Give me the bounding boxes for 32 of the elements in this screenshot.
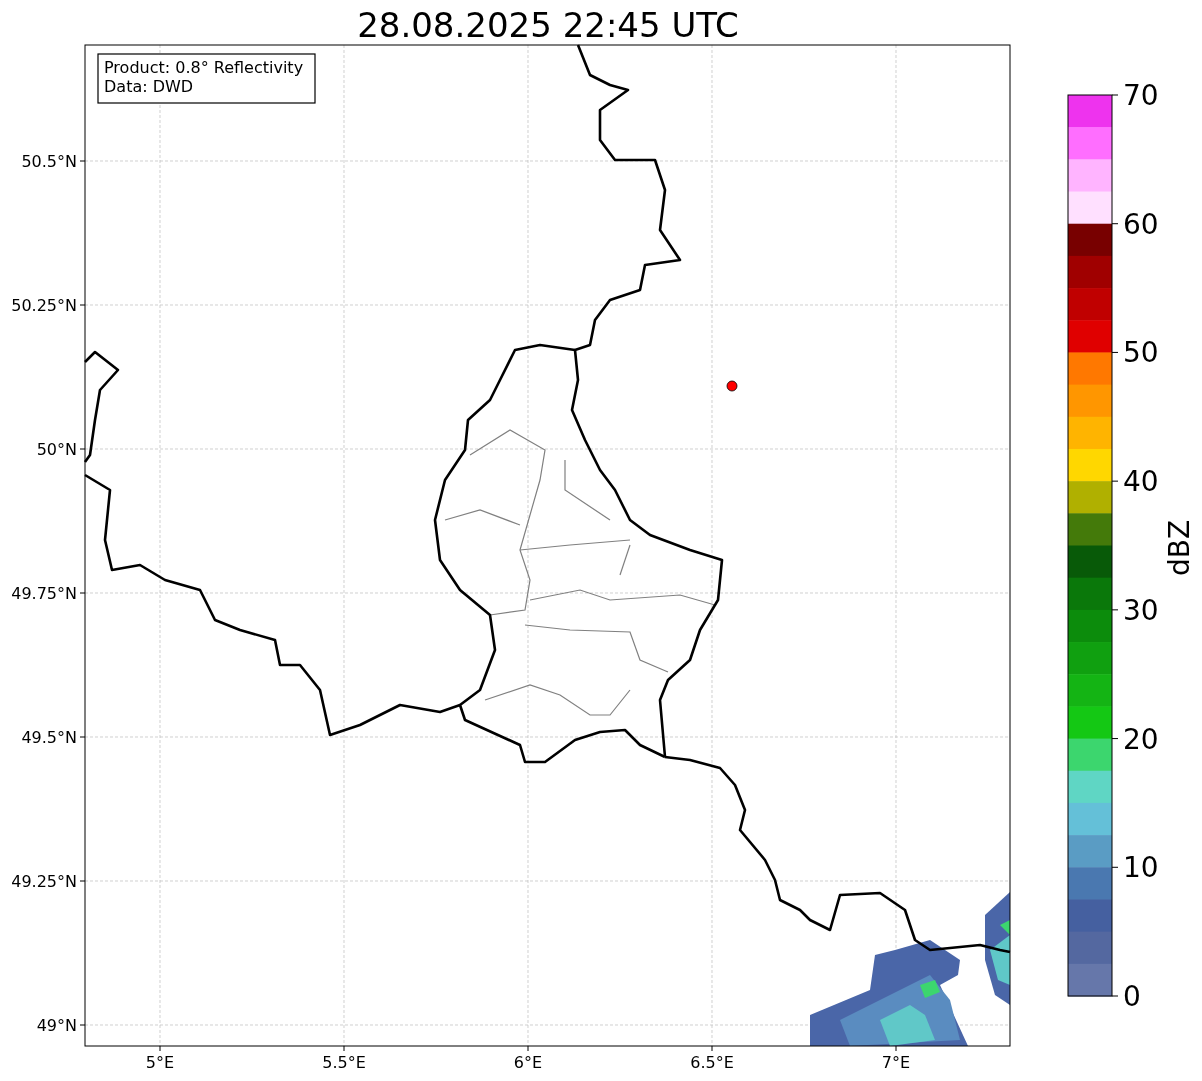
info-line: Data: DWD (104, 77, 194, 96)
tick-mark (1111, 995, 1119, 997)
colorbar-tick-label: 40 (1123, 465, 1159, 499)
tick-mark (1111, 223, 1119, 225)
colorbar-tick-label: 60 (1123, 207, 1159, 241)
colorbar-tick-label: 30 (1123, 593, 1159, 627)
colorbar-axis-label: dBZ (1163, 519, 1196, 577)
colorbar-tick-label: 0 (1123, 980, 1141, 1013)
latitude-label: 49.25°N (11, 872, 77, 891)
map-title: 28.08.2025 22:45 UTC (357, 5, 739, 45)
latitude-label: 50.5°N (21, 152, 77, 171)
tick-mark (1111, 94, 1119, 96)
colorbar-tick-label: 10 (1123, 851, 1159, 885)
info-line: Product: 0.8° Reflectivity (104, 58, 304, 77)
latitude-label: 49.75°N (11, 584, 77, 603)
latitude-label: 50.25°N (11, 296, 77, 315)
colorbar-tick-label: 50 (1123, 336, 1159, 370)
longitude-label: 5.5°E (322, 1053, 366, 1072)
latitude-label: 49.5°N (21, 728, 77, 747)
colorbar-tick-label: 70 (1123, 79, 1159, 112)
tick-mark (1111, 609, 1119, 611)
longitude-label: 5°E (145, 1053, 175, 1072)
longitude-label: 6°E (513, 1053, 543, 1072)
longitude-label: 7°E (881, 1053, 911, 1072)
tick-mark (1111, 351, 1119, 353)
tick-mark (1111, 866, 1119, 868)
tick-mark (1111, 738, 1119, 740)
latitude-label: 49°N (36, 1016, 77, 1035)
colorbar-tick-label: 20 (1123, 722, 1159, 756)
longitude-label: 6.5°E (690, 1053, 734, 1072)
latitude-label: 50°N (36, 440, 77, 459)
tick-mark (1111, 480, 1119, 482)
